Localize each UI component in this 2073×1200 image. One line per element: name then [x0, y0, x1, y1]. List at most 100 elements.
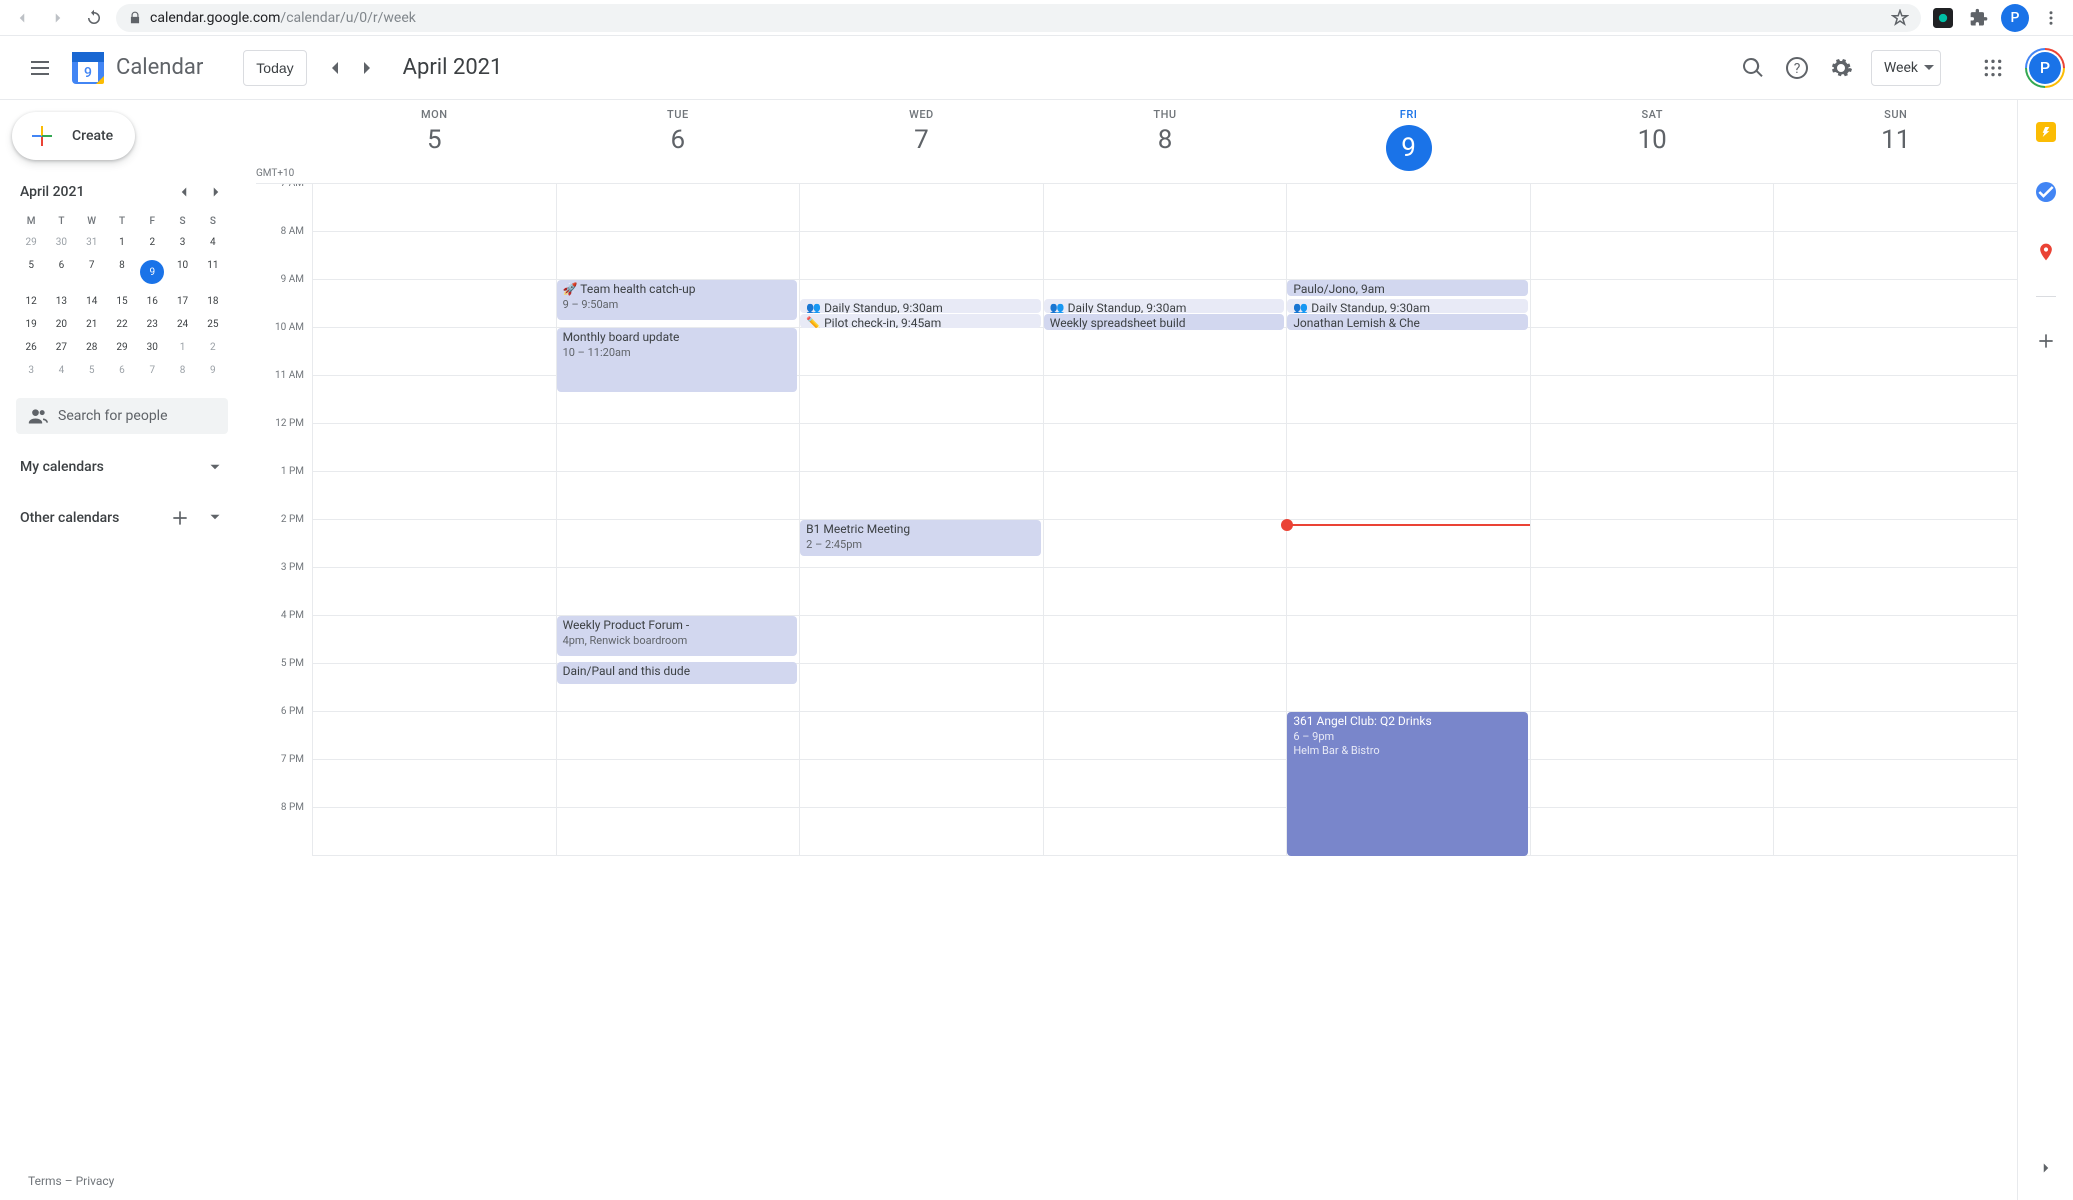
mini-cal-day[interactable]: 9 — [137, 254, 167, 290]
privacy-link[interactable]: Privacy — [76, 1174, 115, 1188]
day-header[interactable]: SAT10 — [1530, 100, 1774, 183]
side-panel-expand-button[interactable] — [2026, 1148, 2066, 1188]
day-header[interactable]: FRI9 — [1286, 100, 1530, 183]
mini-cal-day[interactable]: 23 — [137, 313, 167, 336]
calendar-event[interactable]: B1 Meetric Meeting2 – 2:45pm — [800, 520, 1041, 556]
mini-cal-day[interactable]: 10 — [167, 254, 197, 290]
mini-cal-day[interactable]: 14 — [77, 290, 107, 313]
bookmark-star-icon[interactable] — [1891, 9, 1909, 27]
mini-cal-day[interactable]: 29 — [16, 231, 46, 254]
mini-cal-day[interactable]: 20 — [46, 313, 76, 336]
next-period-button[interactable] — [351, 52, 383, 84]
google-apps-button[interactable] — [1973, 48, 2013, 88]
tasks-addon-icon[interactable] — [2026, 172, 2066, 212]
day-header[interactable]: SUN11 — [1773, 100, 2017, 183]
mini-cal-day[interactable]: 30 — [46, 231, 76, 254]
today-button[interactable]: Today — [243, 50, 306, 86]
browser-forward-button[interactable] — [44, 4, 72, 32]
view-switcher[interactable]: Week — [1871, 50, 1941, 86]
browser-reload-button[interactable] — [80, 4, 108, 32]
mini-cal-day[interactable]: 12 — [16, 290, 46, 313]
mini-cal-day[interactable]: 6 — [107, 359, 137, 382]
app-logo[interactable]: 9 Calendar — [68, 48, 203, 88]
day-header[interactable]: MON5 — [312, 100, 556, 183]
calendar-event[interactable]: 🚀 Team health catch-up9 – 9:50am — [557, 280, 798, 320]
support-button[interactable]: ? — [1777, 48, 1817, 88]
my-calendars-toggle[interactable]: My calendars — [8, 450, 236, 484]
mini-cal-day[interactable]: 29 — [107, 336, 137, 359]
calendar-event[interactable]: 👥 Daily Standup, 9:30am — [800, 299, 1041, 313]
mini-cal-day[interactable]: 15 — [107, 290, 137, 313]
keep-addon-icon[interactable] — [2026, 112, 2066, 152]
extension-icon-1[interactable] — [1929, 4, 1957, 32]
mini-cal-day[interactable]: 17 — [167, 290, 197, 313]
calendar-event[interactable]: 361 Angel Club: Q2 Drinks6 – 9pmHelm Bar… — [1287, 712, 1528, 856]
day-column[interactable] — [312, 184, 556, 856]
mini-cal-day[interactable]: 9 — [198, 359, 228, 382]
mini-cal-day[interactable]: 5 — [77, 359, 107, 382]
mini-cal-day[interactable]: 21 — [77, 313, 107, 336]
mini-cal-day[interactable]: 19 — [16, 313, 46, 336]
mini-cal-day[interactable]: 8 — [107, 254, 137, 290]
day-column[interactable]: 🚀 Team health catch-up9 – 9:50am Monthly … — [556, 184, 800, 856]
mini-cal-day[interactable]: 7 — [77, 254, 107, 290]
calendar-event[interactable]: Weekly spreadsheet build — [1044, 314, 1285, 330]
day-column[interactable]: Paulo/Jono, 9am 👥 Daily Standup, 9:30amJo… — [1286, 184, 1530, 856]
day-column[interactable]: 👥 Daily Standup, 9:30amWeekly spreadshee… — [1043, 184, 1287, 856]
maps-addon-icon[interactable] — [2026, 232, 2066, 272]
address-bar[interactable]: calendar.google.com/calendar/u/0/r/week — [116, 4, 1921, 32]
mini-cal-day[interactable]: 27 — [46, 336, 76, 359]
mini-cal-day[interactable]: 22 — [107, 313, 137, 336]
browser-profile-avatar[interactable]: P — [2001, 4, 2029, 32]
mini-cal-day[interactable]: 13 — [46, 290, 76, 313]
settings-button[interactable] — [1821, 48, 1861, 88]
mini-cal-day[interactable]: 24 — [167, 313, 197, 336]
other-calendars-toggle[interactable]: Other calendars — [8, 500, 236, 536]
mini-cal-day[interactable]: 25 — [198, 313, 228, 336]
day-column[interactable]: 👥 Daily Standup, 9:30am✏️ Pilot check-in… — [799, 184, 1043, 856]
mini-cal-day[interactable]: 8 — [167, 359, 197, 382]
calendar-event[interactable]: ✏️ Pilot check-in, 9:45am — [800, 314, 1041, 328]
calendar-event[interactable]: Jonathan Lemish & Che — [1287, 314, 1528, 330]
mini-cal-day[interactable]: 1 — [167, 336, 197, 359]
add-calendar-icon[interactable] — [170, 508, 190, 528]
calendar-event[interactable]: Paulo/Jono, 9am — [1287, 280, 1528, 296]
mini-cal-day[interactable]: 4 — [46, 359, 76, 382]
mini-cal-day[interactable]: 18 — [198, 290, 228, 313]
browser-menu-icon[interactable] — [2037, 4, 2065, 32]
mini-cal-day[interactable]: 4 — [198, 231, 228, 254]
calendar-event[interactable]: Weekly Product Forum -4pm, Renwick board… — [557, 616, 798, 656]
mini-cal-day[interactable]: 1 — [107, 231, 137, 254]
terms-link[interactable]: Terms — [28, 1174, 62, 1188]
mini-cal-day[interactable]: 5 — [16, 254, 46, 290]
day-header[interactable]: TUE6 — [556, 100, 800, 183]
create-button[interactable]: Create — [12, 112, 135, 160]
day-header[interactable]: WED7 — [799, 100, 1043, 183]
mini-cal-day[interactable]: 28 — [77, 336, 107, 359]
mini-cal-day[interactable]: 26 — [16, 336, 46, 359]
mini-cal-day[interactable]: 16 — [137, 290, 167, 313]
search-button[interactable] — [1733, 48, 1773, 88]
extensions-puzzle-icon[interactable] — [1965, 4, 1993, 32]
main-menu-button[interactable] — [16, 44, 64, 92]
mini-cal-day[interactable]: 3 — [16, 359, 46, 382]
mini-cal-day[interactable]: 2 — [137, 231, 167, 254]
mini-cal-day[interactable]: 31 — [77, 231, 107, 254]
account-avatar[interactable]: P — [2025, 48, 2065, 88]
mini-cal-day[interactable]: 30 — [137, 336, 167, 359]
calendar-event[interactable]: Monthly board update10 – 11:20am — [557, 328, 798, 392]
prev-period-button[interactable] — [319, 52, 351, 84]
mini-cal-day[interactable]: 6 — [46, 254, 76, 290]
calendar-event[interactable]: 👥 Daily Standup, 9:30am — [1044, 299, 1285, 313]
calendar-event[interactable]: 👥 Daily Standup, 9:30am — [1287, 299, 1528, 313]
mini-cal-day[interactable]: 2 — [198, 336, 228, 359]
day-column[interactable] — [1773, 184, 2017, 856]
mini-cal-day[interactable]: 7 — [137, 359, 167, 382]
mini-cal-day[interactable]: 3 — [167, 231, 197, 254]
browser-back-button[interactable] — [8, 4, 36, 32]
search-people-input[interactable]: Search for people — [16, 398, 228, 434]
calendar-event[interactable]: Dain/Paul and this dude — [557, 662, 798, 684]
get-addons-button[interactable] — [2026, 321, 2066, 361]
day-header[interactable]: THU8 — [1043, 100, 1287, 183]
mini-cal-next-button[interactable] — [204, 180, 228, 204]
